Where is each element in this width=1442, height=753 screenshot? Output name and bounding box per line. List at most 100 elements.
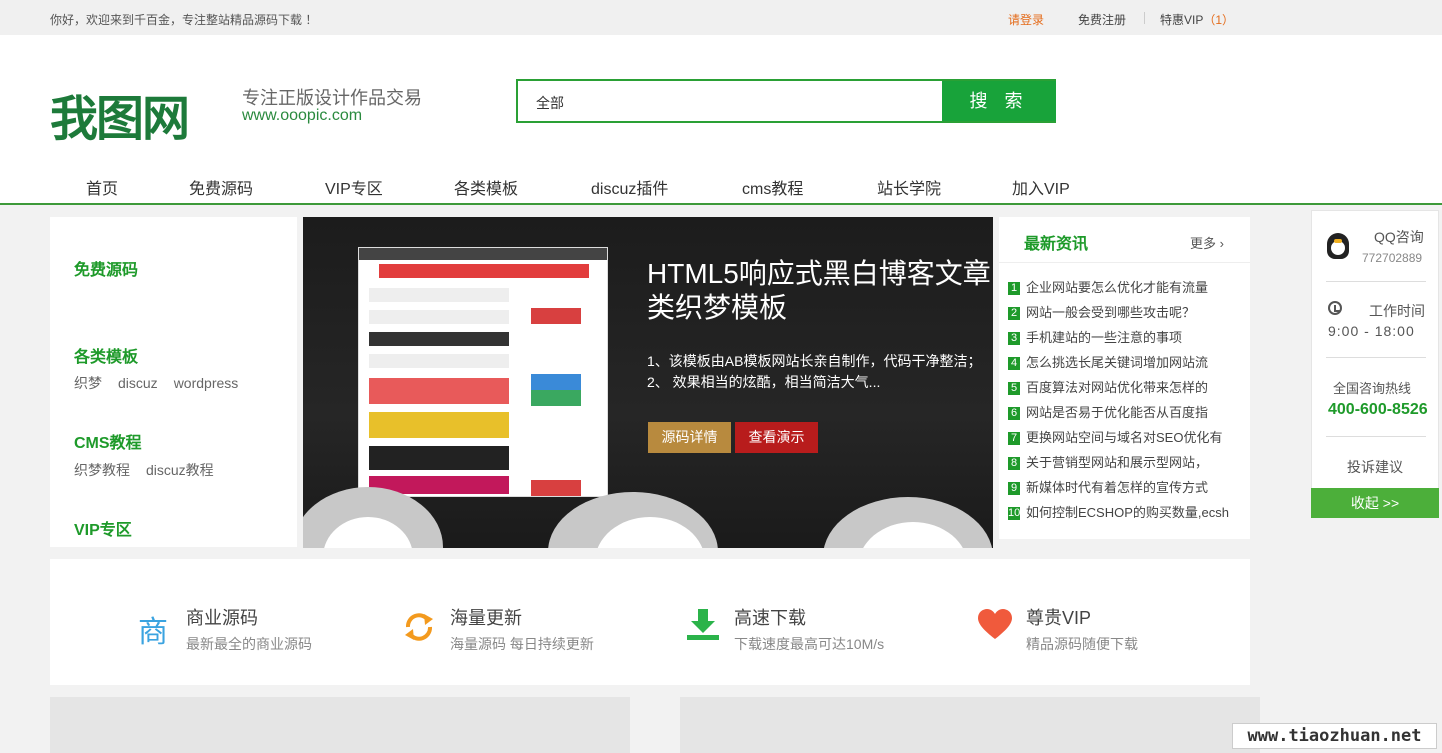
nav-webmaster-academy[interactable]: 站长学院 (877, 175, 941, 199)
login-link[interactable]: 请登录 (1008, 11, 1044, 28)
preview-header (379, 264, 589, 278)
preview-row (369, 446, 509, 470)
site-logo[interactable]: 我图网 (50, 79, 190, 149)
news-item-text: 关于营销型网站和展示型网站， (1026, 455, 1209, 470)
news-item[interactable]: 6 网站是否易于优化能否从百度指 (1008, 402, 1250, 421)
hotline-label: 全国咨询热线 (1333, 381, 1412, 396)
news-item[interactable]: 7 更换网站空间与域名对SEO优化有 (1008, 427, 1250, 446)
collapse-button[interactable]: 收起 >> (1311, 488, 1439, 518)
sidebar-link-discuz-tutorial[interactable]: discuz教程 (146, 462, 214, 478)
feature-title: 商业源码 (186, 608, 258, 628)
news-item-text: 如何控制ECSHOP的购买数量,ecsh (1026, 505, 1229, 520)
sidebar-link-wordpress[interactable]: wordpress (174, 375, 239, 391)
sidebar-cms-links: 织梦教程 discuz教程 (74, 460, 230, 480)
search-input[interactable] (628, 81, 942, 121)
search-category-label: 全部 (536, 95, 564, 111)
news-panel: 最新资讯 更多 › 1 企业网站要怎么优化才能有流量 2 网站一般会受到哪些攻击呢？… (999, 217, 1250, 539)
nav-cms-tutorials[interactable]: cms教程 (742, 175, 803, 199)
news-title: 最新资讯 (1024, 236, 1089, 253)
content-block (50, 697, 630, 753)
clock-icon (1328, 301, 1342, 315)
qq-consult-link[interactable]: QQ咨询 (1374, 227, 1424, 247)
preview-ad (531, 374, 581, 390)
news-item-text: 怎么挑选长尾关键词增加网站流 (1026, 355, 1209, 370)
divider (999, 262, 1250, 263)
download-icon (687, 609, 719, 640)
news-item-text: 百度算法对网站优化带来怎样的 (1026, 380, 1209, 395)
nav-free-source[interactable]: 免费源码 (189, 175, 253, 199)
feature-subtitle: 海量源码 每日持续更新 (450, 636, 594, 652)
preview-row (369, 378, 509, 404)
view-demo-button[interactable]: 查看演示 (735, 422, 818, 453)
qq-number: 772702889 (1362, 251, 1423, 265)
sidebar-heading-free-source[interactable]: 免费源码 (74, 256, 138, 280)
category-sidebar: 免费源码 各类模板 织梦 discuz wordpress CMS教程 织梦教程 di… (50, 217, 297, 547)
watermark: www.tiaozhuan.net (1232, 723, 1437, 749)
sidebar-heading-vip[interactable]: VIP专区 (74, 516, 132, 540)
feature-title: 尊贵VIP (1026, 608, 1092, 628)
feature-subtitle: 下载速度最高可达10M/s (734, 636, 885, 652)
news-more-link[interactable]: 更多 › (1190, 233, 1224, 252)
preview-row (369, 412, 509, 438)
news-item-text: 企业网站要怎么优化才能有流量 (1026, 280, 1209, 295)
divider (1326, 357, 1426, 358)
vip-label: 特惠VIP (1160, 13, 1204, 27)
complaint-link[interactable]: 投诉建议 (1347, 457, 1403, 477)
banner-desc-line-2: 2、 效果相当的炫酷，相当简洁大气... (647, 374, 881, 390)
work-time-label: 工作时间 (1369, 303, 1425, 319)
heart-icon (978, 609, 1012, 639)
qq-icon[interactable] (1327, 233, 1349, 259)
nav-join-vip[interactable]: 加入VIP (1012, 175, 1070, 199)
news-item[interactable]: 1 企业网站要怎么优化才能有流量 (1008, 277, 1250, 296)
register-link[interactable]: 免费注册 (1078, 11, 1126, 28)
news-item[interactable]: 8 关于营销型网站和展示型网站， (1008, 452, 1250, 471)
divider (1326, 281, 1426, 282)
header: 我图网 专注正版设计作品交易 www.ooopic.com 全部 搜 索 首页 … (0, 35, 1442, 205)
source-detail-button[interactable]: 源码详情 (648, 422, 731, 453)
preview-row (369, 354, 509, 368)
news-item[interactable]: 9 新媒体时代有着怎样的宣传方式 (1008, 477, 1250, 496)
sidebar-link-discuz[interactable]: discuz (118, 375, 158, 391)
nav-templates[interactable]: 各类模板 (454, 175, 518, 199)
shang-icon: 商 (138, 616, 168, 649)
search-button[interactable]: 搜 索 (942, 81, 1056, 121)
feature-subtitle: 精品源码随便下载 (1026, 636, 1138, 652)
news-item[interactable]: 3 手机建站的一些注意的事项 (1008, 327, 1250, 346)
sidebar-heading-cms[interactable]: CMS教程 (74, 429, 142, 453)
welcome-text: 你好，欢迎来到千百金，专注整站精品源码下载 ！ (50, 13, 318, 27)
sidebar-link-dedecms[interactable]: 织梦 (74, 375, 102, 391)
divider (1326, 436, 1426, 437)
chevron-right-icon: › (1219, 236, 1224, 251)
vip-link[interactable]: 特惠VIP（1） (1160, 11, 1234, 28)
preview-row (369, 332, 509, 346)
hero-banner[interactable]: HTML5响应式黑白博客文章类织梦模板 1、该模板由AB模板网站长亲自制作，代码… (303, 217, 993, 548)
features-strip: 商 商业源码 最新最全的商业源码 海量更新 海量源码 每日持续更新 高速下载 下… (50, 559, 1250, 685)
news-item[interactable]: 5 百度算法对网站优化带来怎样的 (1008, 377, 1250, 396)
top-bar: 你好，欢迎来到千百金，专注整站精品源码下载 ！ 请登录 免费注册 特惠VIP（1… (0, 0, 1442, 35)
nav-home[interactable]: 首页 (86, 175, 118, 199)
news-item[interactable]: 10 如何控制ECSHOP的购买数量,ecsh (1008, 502, 1250, 521)
search-bar: 全部 搜 索 (516, 79, 1056, 123)
nav-vip-zone[interactable]: VIP专区 (325, 175, 383, 199)
sidebar-link-dede-tutorial[interactable]: 织梦教程 (74, 462, 130, 478)
feature-title: 海量更新 (450, 608, 522, 628)
banner-desc: 1、该模板由AB模板网站长亲自制作，代码干净整洁； 2、 效果相当的炫酷，相当简… (647, 351, 981, 393)
sidebar-heading-templates[interactable]: 各类模板 (74, 343, 138, 367)
news-item[interactable]: 4 怎么挑选长尾关键词增加网站流 (1008, 352, 1250, 371)
sidebar-template-links: 织梦 discuz wordpress (74, 373, 254, 393)
preview-ad (531, 480, 581, 496)
news-item-text: 网站一般会受到哪些攻击呢？ (1026, 305, 1196, 320)
hotline-number: 400-600-8526 (1328, 401, 1428, 418)
preview-ad (531, 390, 581, 406)
nav-discuz-plugins[interactable]: discuz插件 (591, 175, 668, 199)
preview-ad (531, 308, 581, 324)
feature-title: 高速下载 (734, 608, 806, 628)
domain-text: www.ooopic.com (242, 107, 363, 124)
banner-desc-line-1: 1、该模板由AB模板网站长亲自制作，代码干净整洁； (647, 353, 982, 369)
news-item-text: 更换网站空间与域名对SEO优化有 (1026, 430, 1223, 445)
preview-row (369, 288, 509, 302)
news-item-text: 新媒体时代有着怎样的宣传方式 (1026, 480, 1209, 495)
search-category-select[interactable]: 全部 (518, 81, 626, 121)
news-item[interactable]: 2 网站一般会受到哪些攻击呢？ (1008, 302, 1250, 321)
template-preview-image (358, 247, 608, 497)
